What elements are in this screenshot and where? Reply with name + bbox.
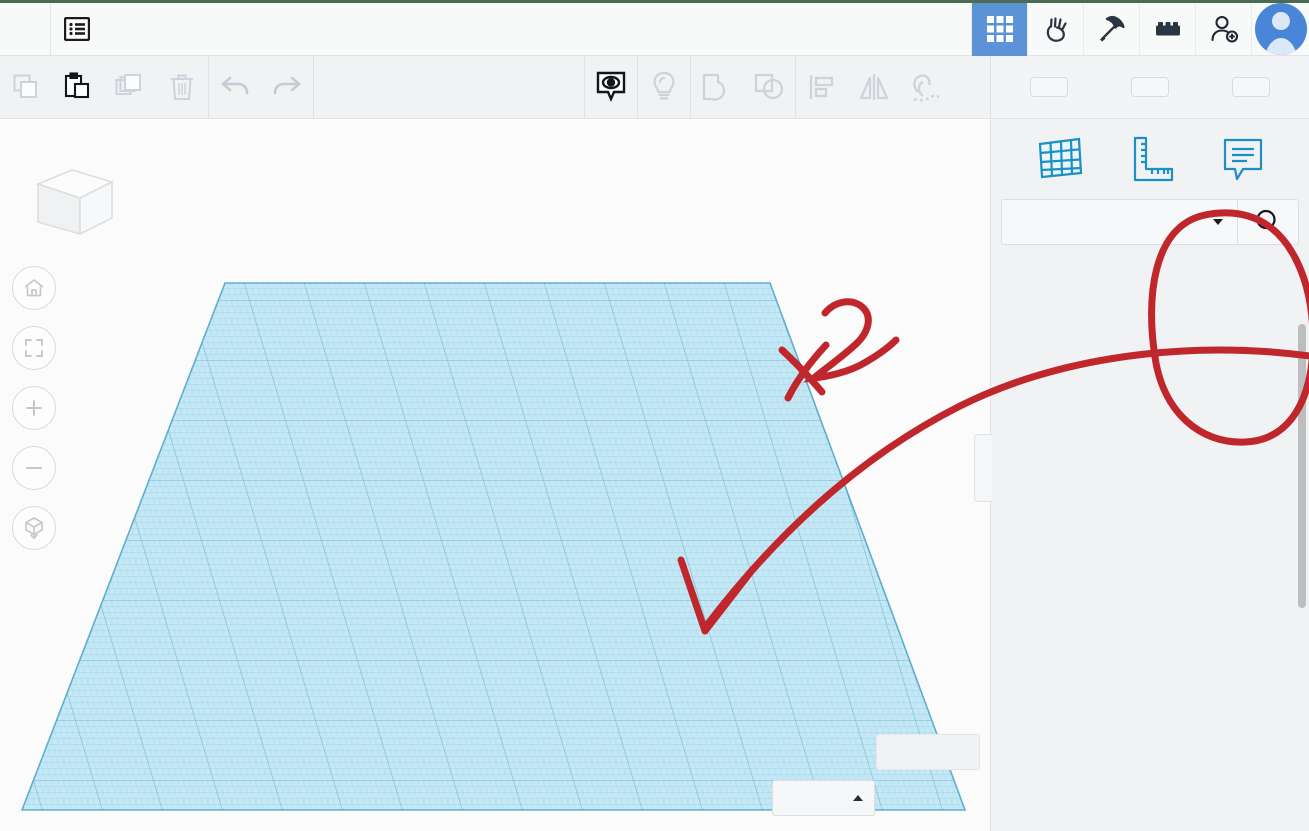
snap-grid-select[interactable] [772, 780, 875, 816]
chevron-up-icon [853, 795, 863, 801]
copy-button[interactable] [0, 56, 52, 119]
import-button[interactable] [1030, 77, 1069, 97]
group-button[interactable] [691, 56, 743, 119]
redo-button[interactable] [261, 56, 313, 119]
user-avatar[interactable] [1251, 2, 1309, 56]
snap-magnet-button[interactable] [900, 56, 952, 119]
zoom-out-button[interactable] [12, 446, 56, 490]
shape-category-search [1001, 199, 1299, 245]
workplane-grid [20, 282, 967, 811]
3d-canvas[interactable] [0, 120, 990, 831]
edit-toolbar [0, 55, 990, 119]
group-ungroup-group [691, 56, 795, 119]
header-icon-group [971, 2, 1309, 56]
search-button[interactable] [1237, 199, 1299, 245]
align-button[interactable] [796, 56, 848, 119]
panel-collapse-toggle[interactable] [974, 434, 992, 502]
avatar-image [1254, 3, 1307, 55]
snap-grid-control [760, 780, 875, 816]
clipboard-group [0, 56, 208, 119]
light-bulb-button[interactable] [638, 56, 690, 119]
history-group [209, 56, 313, 119]
lego-brick-icon[interactable] [1139, 2, 1195, 56]
panel-tool-icons [991, 119, 1309, 199]
paste-button[interactable] [52, 56, 104, 119]
zoom-in-button[interactable] [12, 386, 56, 430]
delete-button[interactable] [156, 56, 208, 119]
export-button[interactable] [1130, 77, 1169, 97]
panel-actions [991, 56, 1309, 119]
shapes-scroll-area[interactable] [991, 263, 1309, 831]
view-cube[interactable] [22, 148, 122, 253]
settings-button[interactable] [876, 734, 980, 770]
light-group [638, 56, 690, 119]
tinkercad-logo[interactable] [0, 3, 50, 56]
ruler-icon[interactable] [1122, 131, 1178, 187]
list-menu-icon[interactable] [51, 3, 103, 56]
shapes-scrollbar[interactable] [1298, 324, 1306, 608]
fit-to-view-button[interactable] [12, 326, 56, 370]
tinkercad-editor [0, 0, 1309, 831]
view-controls [12, 266, 56, 566]
workplane-grid-icon[interactable] [1031, 131, 1087, 187]
app-header [0, 2, 1309, 56]
mirror-button[interactable] [848, 56, 900, 119]
visibility-group [585, 56, 637, 119]
add-person-icon[interactable] [1195, 2, 1251, 56]
ungroup-button[interactable] [743, 56, 795, 119]
show-hide-button[interactable] [585, 56, 637, 119]
ortho-perspective-button[interactable] [12, 506, 56, 550]
transform-group [796, 56, 952, 119]
note-icon[interactable] [1213, 131, 1269, 187]
send-to-button[interactable] [1231, 77, 1270, 97]
undo-button[interactable] [209, 56, 261, 119]
grid-designs-icon[interactable] [971, 2, 1027, 56]
codeblocks-icon[interactable] [1027, 2, 1083, 56]
pickaxe-minecraft-icon[interactable] [1083, 2, 1139, 56]
duplicate-button[interactable] [104, 56, 156, 119]
shapes-panel [974, 56, 1309, 831]
home-view-button[interactable] [12, 266, 56, 310]
toolbar-gap [314, 56, 584, 119]
shape-category-select[interactable] [1001, 199, 1237, 245]
toolbar-filler [952, 56, 990, 119]
chevron-down-icon [1213, 219, 1223, 225]
